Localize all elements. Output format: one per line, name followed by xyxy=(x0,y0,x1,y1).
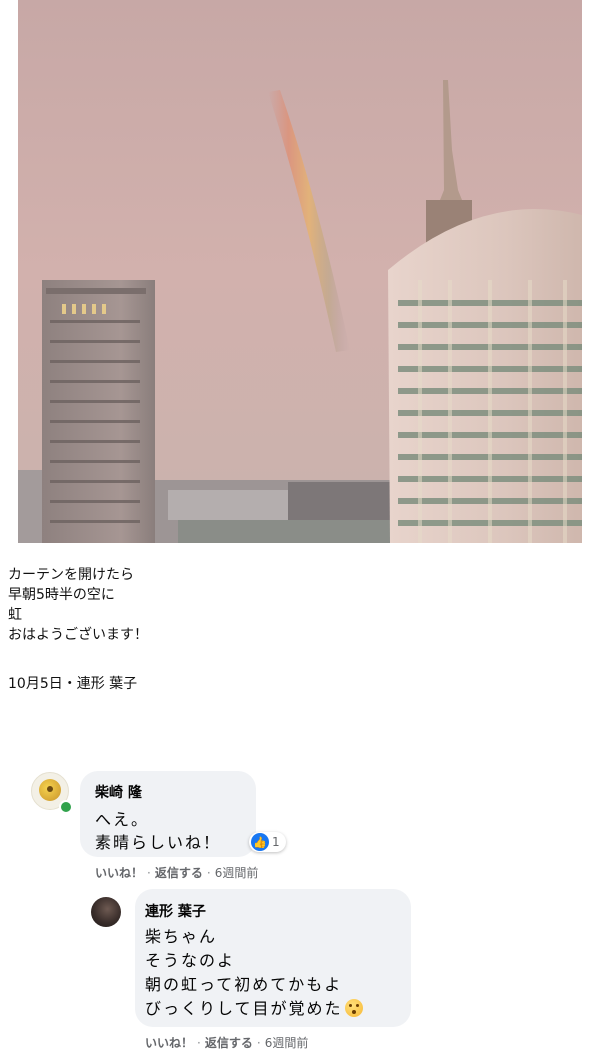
comment-line-with-emoji: びっくりして目が覚めた xyxy=(145,995,363,1019)
post-meta: 10月5日・連形 葉子 xyxy=(8,676,138,692)
comment-time[interactable]: 6週間前 xyxy=(215,864,259,881)
reply-link[interactable]: 返信する xyxy=(205,1034,253,1051)
coin-hole xyxy=(47,786,53,792)
separator: · xyxy=(197,1035,201,1050)
comment-line: へえ。 xyxy=(95,810,150,829)
post-caption: カーテンを開けたら 早朝5時半の空に 虹 おはようございます！ xyxy=(8,565,148,645)
like-link[interactable]: いいね！ xyxy=(145,1034,193,1051)
separator: · xyxy=(206,865,211,880)
reaction-badge[interactable]: 👍 1 xyxy=(249,832,286,852)
comment-author[interactable]: 連形 葉子 xyxy=(145,901,206,921)
separator: · xyxy=(147,865,151,880)
reply-link[interactable]: 返信する xyxy=(155,864,203,881)
comment-author[interactable]: 柴崎 隆 xyxy=(95,782,142,802)
flushed-face-emoji-icon xyxy=(344,999,363,1017)
caption-line: カーテンを開けたら xyxy=(8,567,134,583)
caption-line: 虹 xyxy=(8,607,22,623)
online-status-icon xyxy=(59,800,73,814)
comment-actions: いいね！ · 返信する · 6週間前 xyxy=(95,864,258,881)
thumbs-up-icon: 👍 xyxy=(251,833,269,851)
reaction-count: 1 xyxy=(272,835,280,849)
post-photo[interactable] xyxy=(18,0,582,543)
comment-line: 素晴らしいね！ xyxy=(95,833,222,852)
comment-line: そうなのよ xyxy=(145,951,236,970)
separator: · xyxy=(256,1035,261,1050)
comment-line: 朝の虹って初めてかもよ xyxy=(145,975,343,994)
caption-line: おはようございます！ xyxy=(8,627,148,643)
comment-line: びっくりして目が覚めた xyxy=(145,999,343,1018)
rainbow-city-photo xyxy=(18,0,582,543)
caption-line: 早朝5時半の空に xyxy=(8,587,115,603)
avatar[interactable] xyxy=(91,897,121,927)
comment-actions: いいね！ · 返信する · 6週間前 xyxy=(145,1034,308,1051)
comment-line: 柴ちゃん xyxy=(145,927,218,946)
comment-time[interactable]: 6週間前 xyxy=(265,1034,309,1051)
like-link[interactable]: いいね！ xyxy=(95,864,143,881)
